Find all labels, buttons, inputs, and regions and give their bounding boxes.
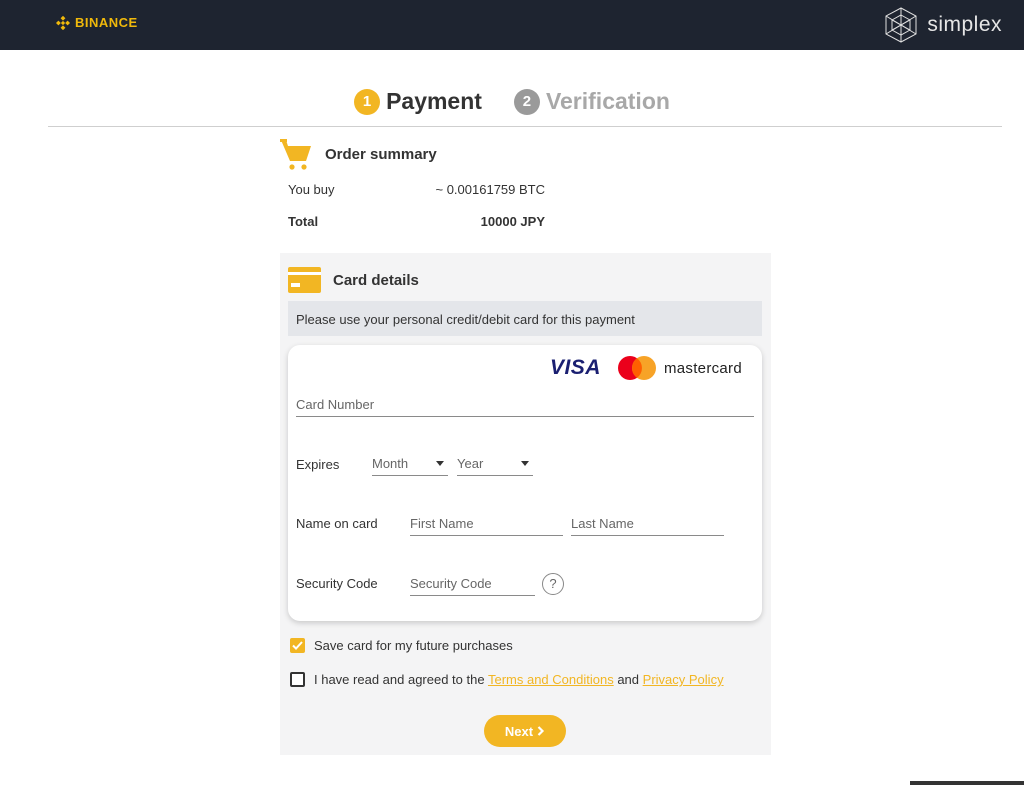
save-card-option[interactable]: Save card for my future purchases <box>290 638 513 653</box>
card-number-placeholder: Card Number <box>296 397 375 412</box>
order-summary: Order summary You buy ~ 0.00161759 BTC T… <box>280 136 770 236</box>
simplex-polyhedron-icon <box>885 7 917 43</box>
top-bar: BINANCE simplex <box>0 0 1024 50</box>
terms-checkbox[interactable] <box>290 672 305 687</box>
step-label: Verification <box>545 88 670 114</box>
credit-card-icon <box>288 267 321 293</box>
chevron-right-icon <box>537 726 545 736</box>
window-edge-bar <box>910 781 1024 785</box>
terms-link[interactable]: Terms and Conditions <box>488 672 614 687</box>
terms-option[interactable]: I have read and agreed to the Terms and … <box>290 672 724 687</box>
first-name-input[interactable]: First Name <box>410 516 563 536</box>
security-code-placeholder: Security Code <box>410 576 492 591</box>
terms-label: I have read and agreed to the Terms and … <box>314 672 724 687</box>
step-verification: 2 Verification <box>513 88 670 115</box>
checkmark-icon <box>292 641 303 650</box>
card-details-header: Card details <box>288 267 419 293</box>
step-number: 1 <box>354 88 381 115</box>
last-name-placeholder: Last Name <box>571 516 634 531</box>
year-selected-value: Year <box>457 456 484 471</box>
month-select[interactable]: Month <box>372 456 448 476</box>
summary-row-value: ~ 0.00161759 BTC <box>435 182 546 197</box>
next-button[interactable]: Next <box>484 715 566 747</box>
privacy-policy-link[interactable]: Privacy Policy <box>643 672 724 687</box>
simplex-logo-text: simplex <box>927 13 1002 36</box>
progress-steps: 1 Payment 2 Verification <box>0 88 1024 115</box>
step-number: 2 <box>513 88 540 115</box>
mastercard-circles-icon <box>617 356 656 380</box>
security-code-input[interactable]: Security Code <box>410 576 535 596</box>
mastercard-text: mastercard <box>663 359 742 377</box>
simplex-logo[interactable]: simplex <box>881 6 1002 44</box>
card-notice: Please use your personal credit/debit ca… <box>288 301 762 336</box>
order-summary-title: Order summary <box>325 145 437 163</box>
visa-logo: VISA <box>549 356 601 379</box>
mastercard-logo: mastercard <box>617 355 742 381</box>
card-form: VISA mastercard Card Number Expires Mont… <box>288 345 762 621</box>
chevron-down-icon <box>521 461 529 466</box>
month-selected-value: Month <box>372 456 409 471</box>
security-code-label: Security Code <box>296 576 378 591</box>
card-details-title: Card details <box>333 271 419 289</box>
chevron-down-icon <box>436 461 444 466</box>
binance-diamond-icon <box>56 15 70 30</box>
card-brands: VISA mastercard <box>550 355 742 381</box>
summary-row-label: Total <box>288 214 319 229</box>
expires-label: Expires <box>296 457 340 472</box>
last-name-input[interactable]: Last Name <box>571 516 724 536</box>
summary-row-value: 10000 JPY <box>480 214 545 229</box>
terms-conjunction: and <box>617 672 640 687</box>
binance-logo[interactable]: BINANCE <box>56 15 138 30</box>
summary-row-you-buy: You buy ~ 0.00161759 BTC <box>280 172 770 204</box>
terms-prefix: I have read and agreed to the <box>314 672 485 687</box>
step-label: Payment <box>386 88 482 114</box>
next-button-label: Next <box>504 723 534 739</box>
help-question-icon[interactable]: ? <box>542 573 564 595</box>
year-select[interactable]: Year <box>457 456 533 476</box>
card-details-panel: Card details Please use your personal cr… <box>280 253 771 755</box>
summary-row-total: Total 10000 JPY <box>280 204 770 236</box>
first-name-placeholder: First Name <box>410 516 474 531</box>
header-divider <box>48 126 1002 127</box>
name-on-card-label: Name on card <box>296 516 378 531</box>
step-payment: 1 Payment <box>354 88 482 115</box>
save-card-label: Save card for my future purchases <box>314 638 513 653</box>
save-card-checkbox[interactable] <box>290 638 305 653</box>
order-summary-header: Order summary <box>280 136 770 172</box>
card-number-input[interactable]: Card Number <box>296 397 754 417</box>
binance-logo-text: BINANCE <box>75 15 138 30</box>
summary-row-label: You buy <box>288 182 335 197</box>
shopping-cart-icon <box>280 139 311 170</box>
